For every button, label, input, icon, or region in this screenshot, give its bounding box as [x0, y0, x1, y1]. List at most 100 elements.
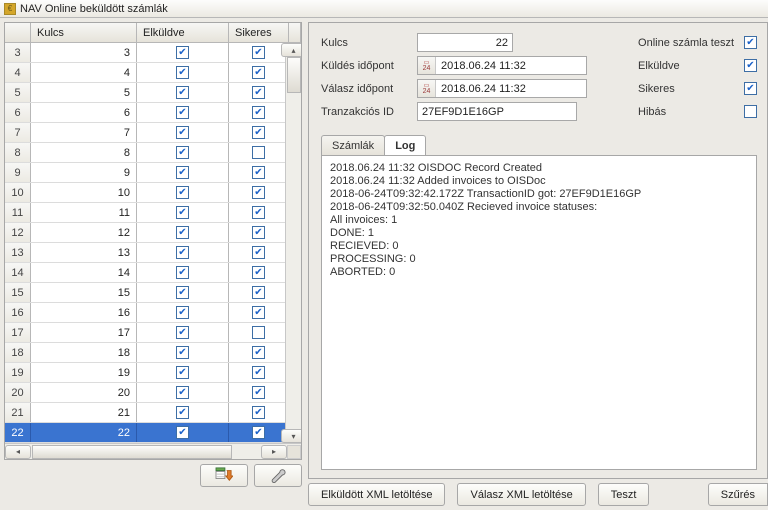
checkbox-icon[interactable]	[176, 166, 189, 179]
cell-elkuldve[interactable]	[137, 143, 229, 162]
checkbox-icon[interactable]	[176, 386, 189, 399]
log-textarea[interactable]: 2018.06.24 11:32 OISDOC Record Created 2…	[321, 155, 757, 470]
cell-sikeres[interactable]	[229, 343, 289, 362]
btn-elkuldott-xml[interactable]: Elküldött XML letöltése	[308, 483, 445, 506]
btn-szures[interactable]: Szűrés	[708, 483, 768, 506]
cell-elkuldve[interactable]	[137, 323, 229, 342]
table-row[interactable]: 1818	[5, 343, 301, 363]
table-row[interactable]: 33	[5, 43, 301, 63]
table-row[interactable]: 1111	[5, 203, 301, 223]
checkbox-icon[interactable]	[252, 126, 265, 139]
table-row[interactable]: 2020	[5, 383, 301, 403]
table-row[interactable]: 55	[5, 83, 301, 103]
checkbox-icon[interactable]	[252, 326, 265, 339]
table-row[interactable]: 1212	[5, 223, 301, 243]
checkbox-icon[interactable]	[176, 246, 189, 259]
cell-elkuldve[interactable]	[137, 403, 229, 422]
field-kulcs[interactable]: 22	[417, 33, 513, 52]
checkbox-icon[interactable]	[176, 86, 189, 99]
cell-elkuldve[interactable]	[137, 183, 229, 202]
cell-sikeres[interactable]	[229, 123, 289, 142]
cell-sikeres[interactable]	[229, 263, 289, 282]
table-row[interactable]: 1010	[5, 183, 301, 203]
cell-sikeres[interactable]	[229, 283, 289, 302]
settings-button[interactable]	[254, 464, 302, 487]
checkbox-icon[interactable]	[252, 266, 265, 279]
scroll-left-button[interactable]: ◂	[5, 445, 31, 459]
cell-elkuldve[interactable]	[137, 203, 229, 222]
col-header-kulcs[interactable]: Kulcs	[31, 23, 137, 42]
field-tranzakcios-id[interactable]: 27EF9D1E16GP	[417, 102, 577, 121]
table-row[interactable]: 1717	[5, 323, 301, 343]
cell-elkuldve[interactable]	[137, 63, 229, 82]
col-header-elkuldve[interactable]: Elküldve	[137, 23, 229, 42]
cell-sikeres[interactable]	[229, 383, 289, 402]
checkbox-icon[interactable]	[252, 46, 265, 59]
cell-elkuldve[interactable]	[137, 343, 229, 362]
cell-sikeres[interactable]	[229, 203, 289, 222]
table-row[interactable]: 66	[5, 103, 301, 123]
cell-sikeres[interactable]	[229, 323, 289, 342]
checkbox-icon[interactable]	[176, 106, 189, 119]
cell-elkuldve[interactable]	[137, 283, 229, 302]
cell-sikeres[interactable]	[229, 403, 289, 422]
table-row[interactable]: 77	[5, 123, 301, 143]
checkbox-icon[interactable]	[176, 286, 189, 299]
checkbox-icon[interactable]	[252, 226, 265, 239]
checkbox-icon[interactable]	[176, 406, 189, 419]
table-row[interactable]: 1616	[5, 303, 301, 323]
cell-sikeres[interactable]	[229, 63, 289, 82]
checkbox-icon[interactable]	[252, 86, 265, 99]
checkbox-icon[interactable]	[252, 306, 265, 319]
checkbox-icon[interactable]	[252, 386, 265, 399]
tab-log[interactable]: Log	[384, 135, 426, 155]
table-row[interactable]: 1313	[5, 243, 301, 263]
checkbox-online-teszt[interactable]	[744, 36, 757, 49]
scroll-up-button[interactable]: ▴	[281, 43, 302, 57]
checkbox-icon[interactable]	[176, 46, 189, 59]
checkbox-icon[interactable]	[252, 206, 265, 219]
field-valasz-idopont[interactable]: ▭24 2018.06.24 11:32	[417, 79, 587, 98]
table-row[interactable]: 99	[5, 163, 301, 183]
table-row[interactable]: 1414	[5, 263, 301, 283]
checkbox-icon[interactable]	[176, 306, 189, 319]
checkbox-hibas[interactable]	[744, 105, 757, 118]
checkbox-icon[interactable]	[252, 66, 265, 79]
cell-sikeres[interactable]	[229, 183, 289, 202]
cell-sikeres[interactable]	[229, 103, 289, 122]
cell-elkuldve[interactable]	[137, 383, 229, 402]
cell-elkuldve[interactable]	[137, 363, 229, 382]
checkbox-icon[interactable]	[252, 246, 265, 259]
cell-sikeres[interactable]	[229, 223, 289, 242]
checkbox-icon[interactable]	[252, 106, 265, 119]
table-row[interactable]: 1919	[5, 363, 301, 383]
checkbox-icon[interactable]	[176, 206, 189, 219]
checkbox-icon[interactable]	[252, 406, 265, 419]
tab-szamlak[interactable]: Számlák	[321, 135, 385, 155]
checkbox-icon[interactable]	[252, 286, 265, 299]
btn-teszt[interactable]: Teszt	[598, 483, 650, 506]
calendar-icon[interactable]: ▭24	[418, 57, 436, 74]
btn-valasz-xml[interactable]: Válasz XML letöltése	[457, 483, 585, 506]
cell-elkuldve[interactable]	[137, 123, 229, 142]
cell-elkuldve[interactable]	[137, 263, 229, 282]
table-row[interactable]: 44	[5, 63, 301, 83]
cell-sikeres[interactable]	[229, 303, 289, 322]
checkbox-icon[interactable]	[176, 326, 189, 339]
checkbox-icon[interactable]	[176, 346, 189, 359]
export-button[interactable]	[200, 464, 248, 487]
checkbox-icon[interactable]	[176, 366, 189, 379]
calendar-icon[interactable]: ▭24	[418, 80, 436, 97]
cell-elkuldve[interactable]	[137, 423, 229, 442]
checkbox-icon[interactable]	[252, 146, 265, 159]
checkbox-icon[interactable]	[176, 266, 189, 279]
checkbox-sikeres[interactable]	[744, 82, 757, 95]
cell-elkuldve[interactable]	[137, 83, 229, 102]
checkbox-icon[interactable]	[252, 166, 265, 179]
cell-elkuldve[interactable]	[137, 103, 229, 122]
cell-sikeres[interactable]	[229, 363, 289, 382]
cell-sikeres[interactable]	[229, 163, 289, 182]
field-kuldes-idopont[interactable]: ▭24 2018.06.24 11:32	[417, 56, 587, 75]
cell-elkuldve[interactable]	[137, 163, 229, 182]
table-row[interactable]: 1515	[5, 283, 301, 303]
